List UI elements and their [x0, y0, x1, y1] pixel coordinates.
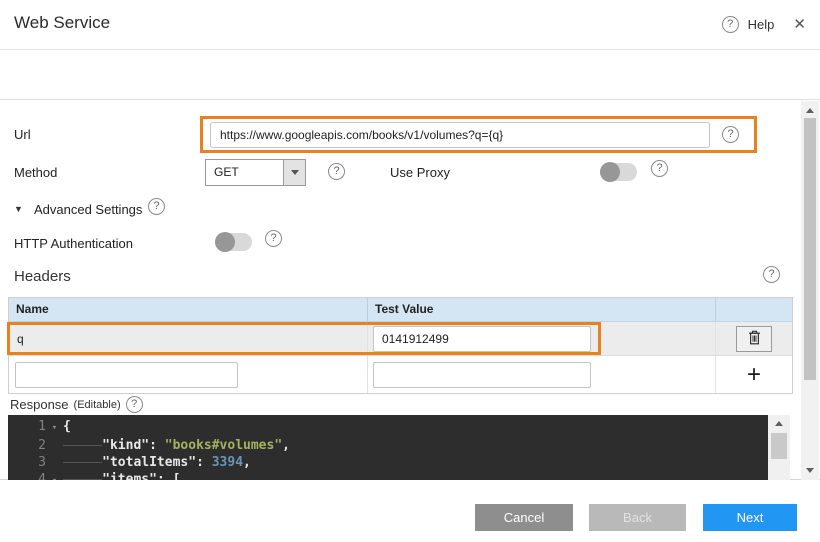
toggle-knob [215, 232, 235, 252]
url-highlight-box: ? [200, 116, 757, 153]
new-header-row: + [9, 356, 792, 393]
method-selected-value: GET [206, 160, 283, 185]
response-help-icon[interactable]: ? [126, 396, 143, 413]
method-select[interactable]: GET [205, 159, 306, 186]
url-help-icon[interactable]: ? [722, 126, 739, 143]
header-name-cell[interactable]: q [9, 322, 368, 355]
content-area: Url ? Method GET ? Use Proxy ? ▼ Advance… [0, 101, 820, 480]
toggle-knob [600, 162, 620, 182]
response-code-editor[interactable]: 1▾{2 "kind": "books#volumes",3 "totalIte… [8, 415, 768, 480]
titlebar-actions: ? Help ✕ [722, 15, 806, 33]
advanced-settings-help-icon[interactable]: ? [148, 198, 165, 215]
header-actions-cell [716, 322, 792, 355]
fold-arrow-icon[interactable]: ▾ [46, 473, 63, 480]
header-test-value-input[interactable] [373, 326, 591, 352]
help-link[interactable]: Help [748, 17, 775, 32]
header-name-value: q [9, 332, 24, 346]
code-line: 2 "kind": "books#volumes", [8, 437, 768, 454]
url-label: Url [14, 127, 31, 142]
http-authentication-help-icon[interactable]: ? [265, 230, 282, 247]
http-authentication-toggle[interactable] [215, 233, 252, 251]
column-header-name: Name [9, 298, 368, 321]
new-header-test-value-cell [368, 356, 716, 393]
use-proxy-help-icon[interactable]: ? [651, 160, 668, 177]
fold-arrow-icon[interactable]: ▾ [46, 420, 63, 437]
url-input[interactable] [210, 122, 710, 148]
http-authentication-label: HTTP Authentication [14, 236, 133, 251]
help-icon[interactable]: ? [722, 16, 739, 33]
code-line: 3 "totalItems": 3394, [8, 454, 768, 471]
method-label: Method [14, 165, 57, 180]
response-label: Response [10, 397, 69, 412]
web-service-dialog: Web Service ? Help ✕ 1 2 Import WebServi… [0, 0, 820, 542]
headers-heading: Headers [14, 268, 71, 285]
main-scrollbar-thumb[interactable] [804, 118, 816, 380]
dialog-title: Web Service [14, 13, 110, 33]
trash-icon [748, 330, 761, 348]
editor-scrollbar-thumb[interactable] [771, 433, 787, 459]
code-line: 4▾ "items": [ [8, 471, 768, 480]
add-row-button[interactable]: + [741, 365, 767, 385]
method-dropdown-arrow [283, 160, 305, 185]
delete-row-button[interactable] [736, 326, 772, 352]
new-header-test-value-input[interactable] [373, 362, 591, 388]
response-editor-lines: 1▾{2 "kind": "books#volumes",3 "totalIte… [8, 418, 768, 480]
column-header-actions [716, 298, 792, 321]
wizard-stepper: 1 2 Import WebService Configure WebServi… [0, 50, 820, 100]
editor-scrollbar[interactable] [768, 415, 790, 480]
footer: Cancel Back Next [0, 481, 820, 542]
method-help-icon[interactable]: ? [328, 163, 345, 180]
headers-help-icon[interactable]: ? [763, 266, 780, 283]
column-header-test-value: Test Value [368, 298, 716, 321]
header-test-value-cell [368, 322, 716, 355]
scroll-up-icon[interactable] [775, 421, 783, 426]
headers-table-header: Name Test Value [9, 298, 792, 322]
advanced-settings-label[interactable]: Advanced Settings [34, 202, 142, 217]
main-scrollbar[interactable] [801, 101, 819, 480]
response-editable-sublabel: (Editable) [74, 399, 121, 411]
back-button[interactable]: Back [589, 504, 686, 531]
scroll-down-icon[interactable] [806, 468, 814, 473]
titlebar: Web Service ? Help ✕ [0, 0, 820, 50]
table-row: q [9, 322, 792, 356]
next-button[interactable]: Next [703, 504, 797, 531]
use-proxy-toggle[interactable] [600, 163, 637, 181]
new-header-name-input[interactable] [15, 362, 238, 388]
use-proxy-label: Use Proxy [390, 165, 450, 180]
advanced-settings-collapse-icon[interactable]: ▼ [14, 204, 23, 214]
chevron-down-icon [291, 170, 299, 175]
new-header-name-cell [9, 356, 368, 393]
close-icon[interactable]: ✕ [793, 15, 806, 33]
response-label-row: Response (Editable) ? [10, 396, 143, 413]
code-line: 1▾{ [8, 418, 768, 437]
headers-table: Name Test Value q [8, 297, 793, 394]
new-header-actions-cell: + [716, 356, 792, 393]
scroll-up-icon[interactable] [806, 108, 814, 113]
cancel-button[interactable]: Cancel [475, 504, 573, 531]
